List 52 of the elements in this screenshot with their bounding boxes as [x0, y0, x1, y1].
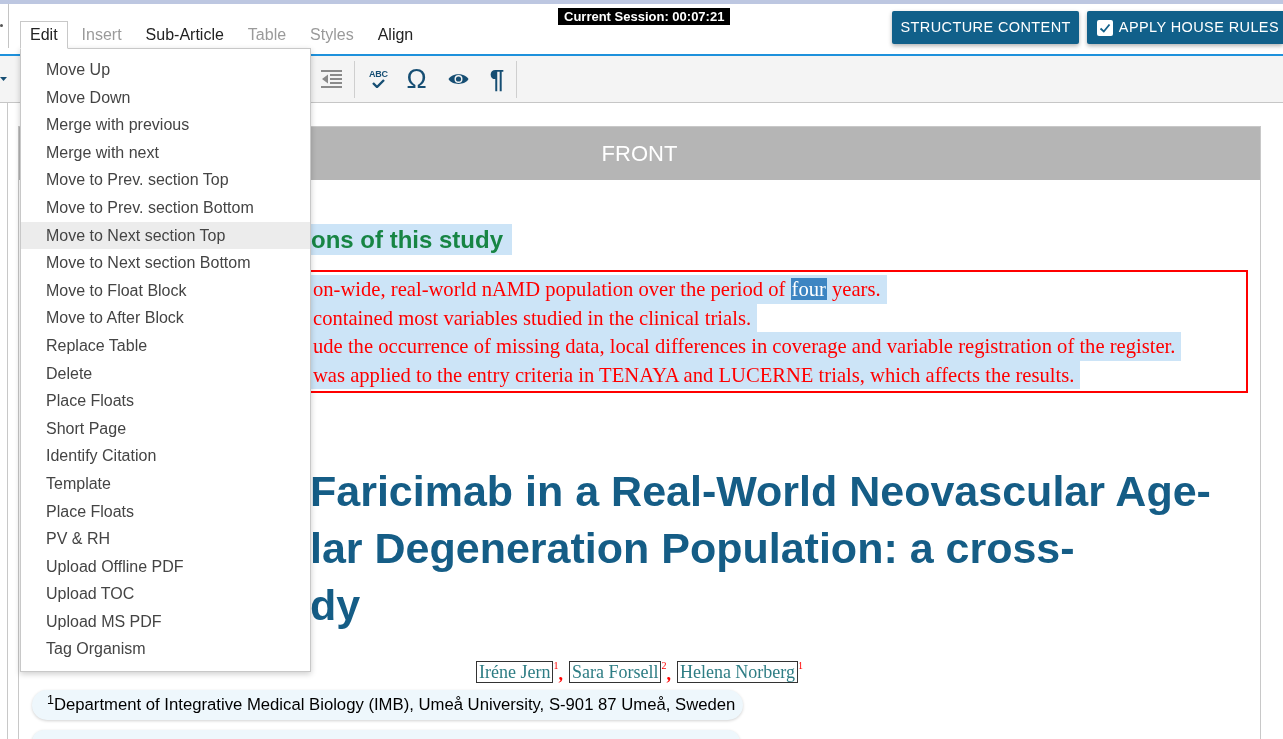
affiliation-mark: 1 — [798, 661, 804, 671]
menu-item[interactable]: Merge with next — [21, 138, 310, 167]
key-point-text: contained most variables studied in the clinical trials. — [311, 303, 758, 332]
menu-tab[interactable]: Align — [367, 21, 424, 49]
omega-button[interactable]: Ω — [406, 64, 427, 94]
menu-item[interactable]: Move Down — [21, 83, 310, 112]
house-rules-button[interactable]: APPLY HOUSE RULES — [1086, 11, 1283, 44]
author-name[interactable]: Helena Norberg — [676, 661, 799, 683]
article-title: lar Degeneration Population: a cross- — [310, 523, 1075, 574]
menu-item[interactable]: Place Floats — [21, 387, 310, 415]
key-point-text: ude the occurrence of missing data, local differences in coverage and variable registration of the register. — [311, 332, 1182, 361]
section-heading: ons of this study — [311, 224, 512, 255]
menu-tab[interactable]: Edit — [20, 21, 68, 49]
menu-item[interactable]: Replace Table — [21, 331, 310, 360]
menu-item[interactable]: Move to Next section Top — [21, 221, 310, 250]
menu-tab[interactable]: Sub-Article — [135, 21, 234, 49]
author-separator: , — [558, 663, 563, 685]
author-separator: , — [666, 663, 671, 685]
outdent-button[interactable] — [321, 70, 342, 88]
pilcrow-button[interactable]: ¶ — [489, 64, 505, 94]
outdent-icon — [321, 70, 342, 88]
check-icon — [371, 79, 385, 88]
author-name[interactable]: Iréne Jern — [475, 661, 554, 683]
spellcheck-button[interactable]: ABC — [369, 70, 388, 88]
menu-item[interactable]: Tag Organism — [21, 635, 310, 664]
eye-button[interactable] — [447, 72, 469, 86]
article-title: Faricimab in a Real-World Neovascular Age- — [310, 466, 1211, 517]
session-timer: Current Session: 00:07:21 — [558, 8, 731, 25]
eye-icon — [447, 72, 469, 86]
menu-item[interactable]: Move to After Block — [21, 304, 310, 332]
menu-item[interactable]: Place Floats — [21, 497, 310, 526]
key-point-text: on-wide, real-world nAMD population over the period of four years. — [311, 275, 887, 304]
author-name[interactable]: Sara Forsell — [568, 661, 662, 683]
menu-item[interactable]: Move Up — [21, 56, 310, 84]
affiliation-mark: 1 — [553, 661, 559, 671]
menu-item[interactable]: Upload Offline PDF — [21, 552, 310, 581]
caret-down-icon[interactable] — [0, 77, 7, 81]
menu-item[interactable]: Move to Float Block — [21, 276, 310, 305]
affiliation-text: $^{1}$Department of Integrative Medical Biology (IMB), Umeå University, S-901 87 Umeå, Sweden — [32, 690, 744, 720]
menu-item[interactable]: Upload TOC — [21, 580, 310, 608]
affiliation-mark: 2 — [661, 661, 667, 671]
menu-item[interactable]: Identify Citation — [21, 442, 310, 470]
menu-item[interactable]: Delete — [21, 359, 310, 388]
menu-item[interactable]: Template — [21, 469, 310, 498]
menu-item[interactable]: PV & RH — [21, 525, 310, 553]
structure-button[interactable]: STRUCTURE CONTENT — [892, 11, 1079, 44]
article-title: dy — [310, 580, 361, 631]
key-point-text: was applied to the entry criteria in TENAYA and LUCERNE trials, which affects the results. — [311, 360, 1081, 389]
menu-item[interactable]: Move to Next section Bottom — [21, 249, 310, 277]
menu-item[interactable]: Upload MS PDF — [21, 607, 310, 636]
menu-item[interactable]: Short Page — [21, 414, 310, 443]
menu-item[interactable]: Move to Prev. section Bottom — [21, 193, 310, 222]
